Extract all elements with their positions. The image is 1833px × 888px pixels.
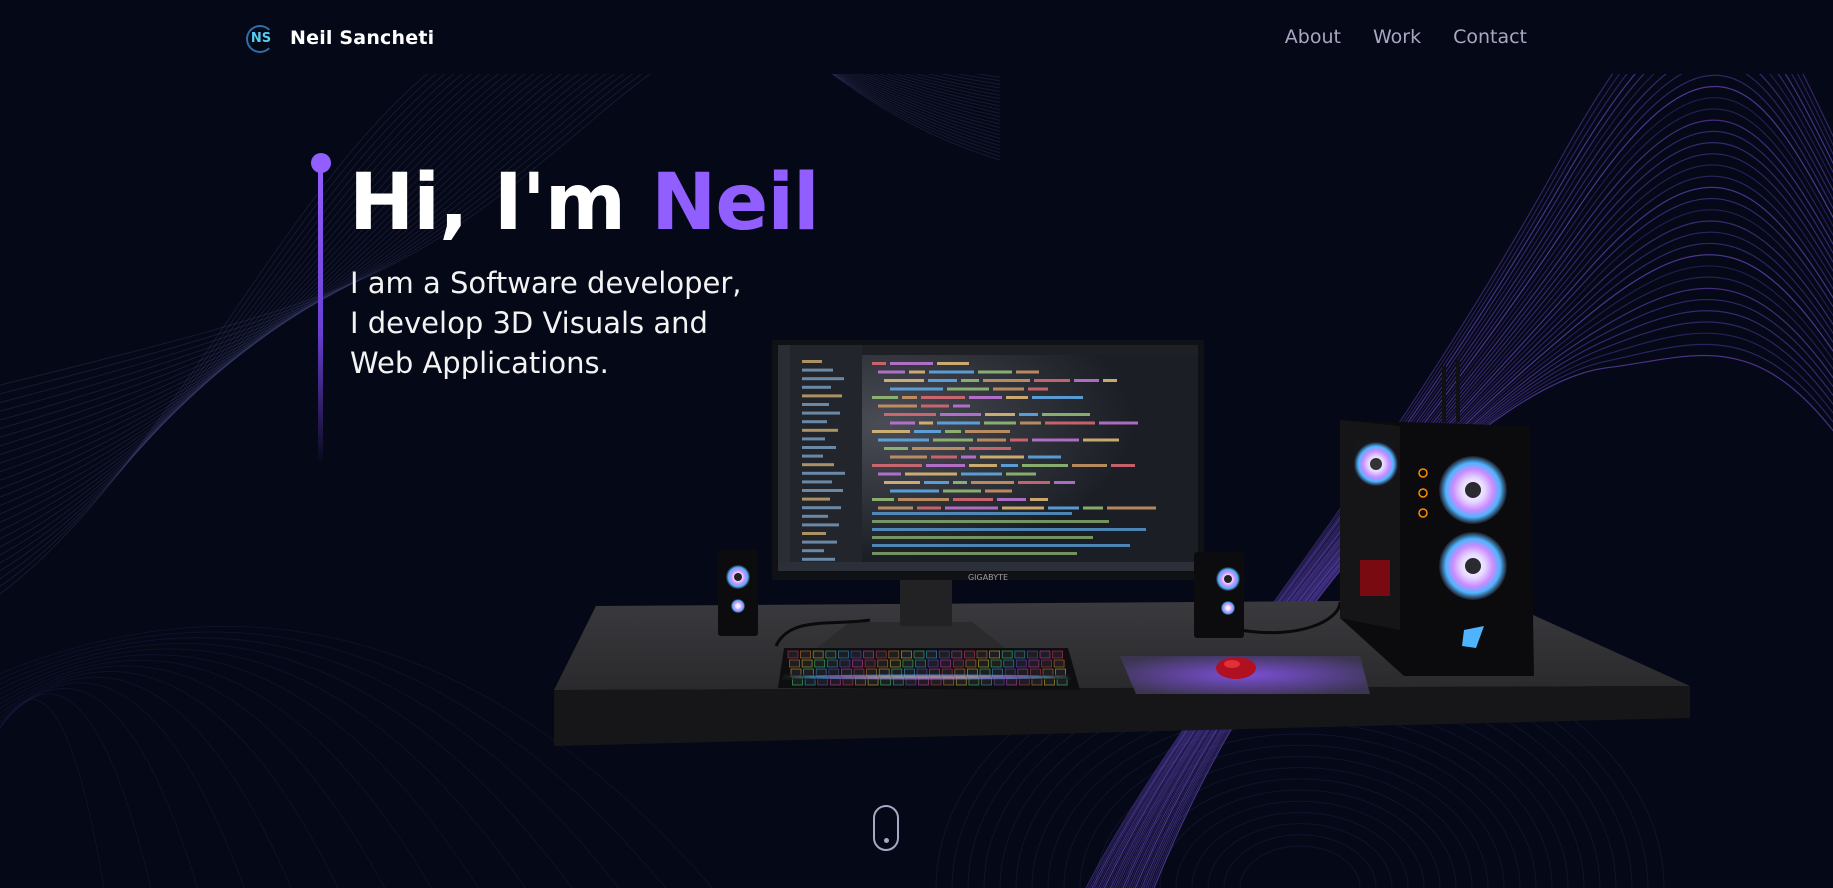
nav-link-contact[interactable]: Contact	[1453, 26, 1527, 48]
logo-icon[interactable]: NS	[246, 25, 276, 53]
hero-subtitle-line: Web Applications.	[350, 346, 609, 380]
nav-links: About Work Contact	[1285, 26, 1527, 48]
hero-subtitle-line: I am a Software developer,	[350, 266, 742, 300]
navbar: NS Neil Sancheti About Work Contact	[0, 0, 1833, 74]
scroll-dot	[884, 838, 889, 843]
hero-accent-line	[318, 170, 323, 465]
hero-name: Neil	[651, 158, 820, 248]
brand[interactable]: NS Neil Sancheti	[246, 24, 434, 53]
pc-tower	[1340, 360, 1534, 676]
speaker-left	[718, 550, 758, 636]
hero-title: Hi, I'm Neil	[349, 158, 820, 248]
hero-subtitle: I am a Software developer, I develop 3D …	[350, 263, 810, 383]
scroll-mouse-icon[interactable]	[873, 805, 899, 851]
monitor-brand-label: GIGABYTE	[968, 573, 1008, 582]
hero-greeting: Hi, I'm	[349, 158, 652, 248]
keyboard	[778, 648, 1080, 690]
nav-link-about[interactable]: About	[1285, 26, 1341, 48]
hero-subtitle-line: I develop 3D Visuals and	[350, 306, 708, 340]
brand-name[interactable]: Neil Sancheti	[290, 27, 434, 49]
desk-setup-3d-canvas[interactable]: GIGABYTE	[540, 330, 1700, 760]
mouse	[1216, 657, 1256, 679]
nav-link-work[interactable]: Work	[1373, 26, 1421, 48]
speaker-right	[1194, 552, 1244, 638]
